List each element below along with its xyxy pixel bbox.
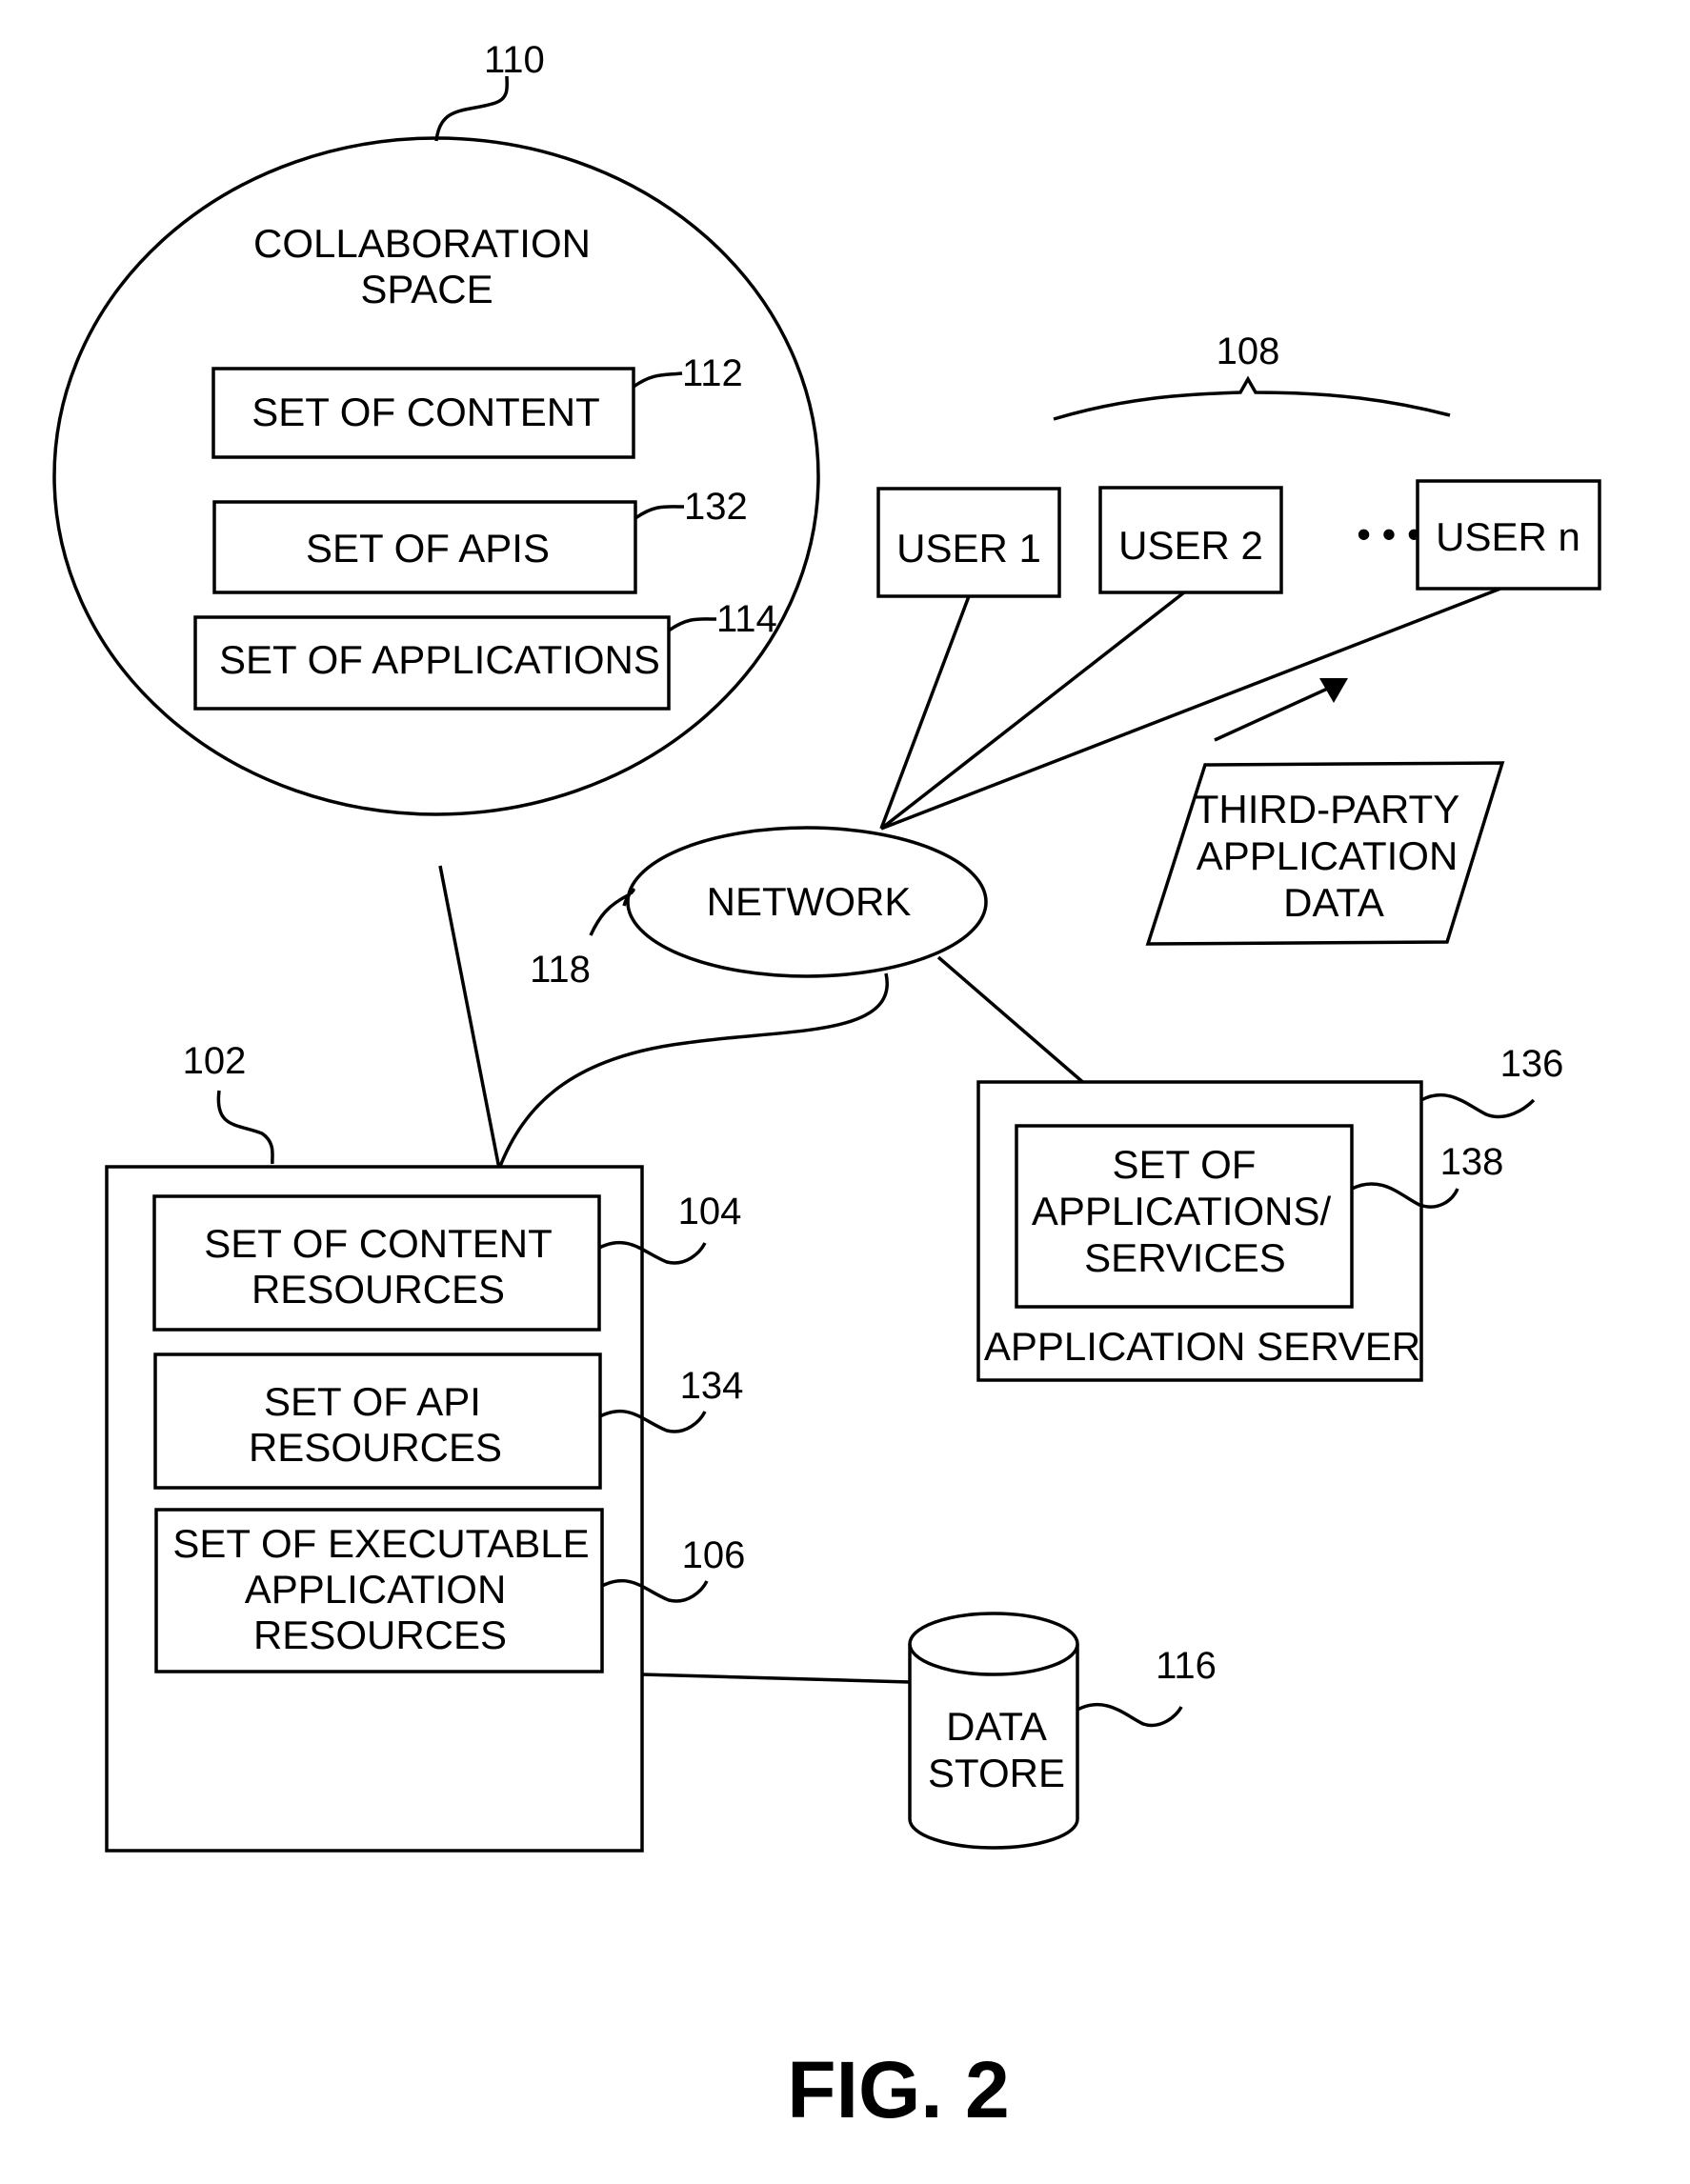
- data-store-top: [908, 1612, 1079, 1676]
- network-to-app-server-line: [936, 955, 1088, 1087]
- ref-132: 132: [684, 486, 748, 528]
- collaboration-space-title-line2: SPACE: [360, 267, 493, 311]
- user-2-label: USER 2: [1118, 523, 1263, 568]
- ref-116: 116: [1156, 1645, 1217, 1687]
- ref-118: 118: [530, 949, 591, 991]
- data-store-line2: STORE: [928, 1751, 1065, 1795]
- third-party-line1: THIRD-PARTY: [1195, 787, 1459, 832]
- leader-102: [216, 1090, 274, 1165]
- collaboration-space: 110 COLLABORATION SPACE SET OF CONTENT 1…: [52, 39, 820, 816]
- ref-134: 134: [680, 1365, 744, 1407]
- network-label: NETWORK: [707, 879, 912, 924]
- leader-136: [1420, 1092, 1536, 1119]
- content-resources-line2: RESOURCES: [251, 1267, 505, 1312]
- api-resources-line2: RESOURCES: [249, 1425, 502, 1470]
- executable-resources-line1: SET OF EXECUTABLE: [172, 1521, 589, 1566]
- users-brace: [1053, 375, 1451, 421]
- collaboration-space-title-line1: COLLABORATION: [253, 221, 591, 266]
- network-to-server-curve: [497, 972, 889, 1170]
- user-1-label: USER 1: [896, 526, 1041, 571]
- data-store: DATA STORE 116: [908, 1612, 1217, 1850]
- executable-resources-line3: RESOURCES: [253, 1613, 507, 1657]
- application-server: SET OF APPLICATIONS/ SERVICES APPLICATIO…: [976, 1043, 1564, 1382]
- users-group: 108 USER 1 USER 2 • • • USER n: [876, 331, 1601, 831]
- set-of-content-label: SET OF CONTENT: [251, 390, 600, 434]
- server-to-datastore-line: [641, 1673, 911, 1684]
- data-store-line1: DATA: [946, 1704, 1047, 1749]
- application-server-label: APPLICATION SERVER: [984, 1324, 1420, 1369]
- executable-resources-line2: APPLICATION: [245, 1567, 507, 1612]
- leader-132: [634, 505, 685, 520]
- third-party-data: THIRD-PARTY APPLICATION DATA: [1145, 678, 1505, 946]
- leader-112: [632, 371, 683, 389]
- system-diagram: 110 COLLABORATION SPACE SET OF CONTENT 1…: [52, 39, 1601, 2134]
- third-party-line3: DATA: [1283, 880, 1384, 925]
- leader-114: [667, 617, 717, 632]
- ref-106: 106: [682, 1534, 746, 1576]
- user-n-label: USER n: [1436, 514, 1580, 559]
- ref-114: 114: [716, 598, 777, 640]
- third-party-line2: APPLICATION: [1197, 833, 1459, 878]
- ref-112: 112: [682, 352, 743, 394]
- leader-116: [1076, 1702, 1183, 1728]
- users-ellipsis: • • •: [1357, 511, 1420, 556]
- set-of-apis-label: SET OF APIS: [306, 526, 550, 571]
- figure-label: FIG. 2: [787, 2045, 1009, 2134]
- content-resources-line1: SET OF CONTENT: [204, 1221, 553, 1266]
- api-resources-line1: SET OF API: [264, 1379, 481, 1424]
- leader-110: [434, 75, 509, 142]
- ref-104: 104: [678, 1191, 742, 1232]
- leader-118: [589, 893, 629, 936]
- collab-to-server-line: [438, 865, 501, 1170]
- ref-136: 136: [1500, 1043, 1564, 1085]
- applications-services-line1: SET OF: [1113, 1142, 1257, 1187]
- server: 102 SET OF CONTENT RESOURCES 104 SET OF …: [105, 1040, 746, 1853]
- ref-102: 102: [183, 1040, 247, 1082]
- ref-108: 108: [1217, 331, 1280, 372]
- applications-services-line2: APPLICATIONS/: [1032, 1189, 1332, 1233]
- set-of-applications-label: SET OF APPLICATIONS: [219, 637, 660, 682]
- ref-138: 138: [1440, 1141, 1504, 1183]
- applications-services-line3: SERVICES: [1084, 1235, 1286, 1280]
- ref-110: 110: [484, 39, 545, 81]
